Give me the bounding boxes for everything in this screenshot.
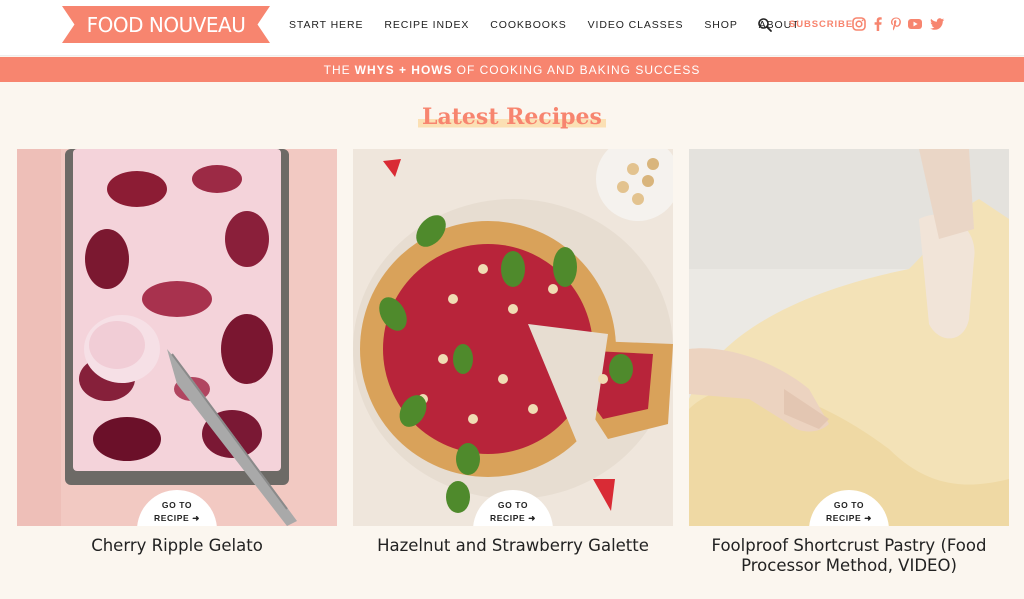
instagram-icon[interactable] xyxy=(851,16,867,32)
recipe-title[interactable]: Hazelnut and Strawberry Galette xyxy=(353,536,673,556)
nav-shop[interactable]: SHOP xyxy=(704,19,737,31)
twitter-icon[interactable] xyxy=(929,16,945,32)
youtube-icon[interactable] xyxy=(907,16,923,32)
main-nav: START HERE RECIPE INDEX COOKBOOKS VIDEO … xyxy=(289,18,820,32)
recipe-title[interactable]: Foolproof Shortcrust Pastry (Food Proces… xyxy=(689,536,1009,576)
go-btn-line1: GO TO xyxy=(833,500,865,510)
site-header: FOOD NOUVEAU START HERE RECIPE INDEX COO… xyxy=(0,0,1024,56)
recipe-image-gelato[interactable]: GO TO RECIPE ➜ xyxy=(17,149,337,526)
recipe-card[interactable]: GO TO RECIPE ➜ Hazelnut and Strawberry G… xyxy=(353,149,673,556)
recipe-title[interactable]: Cherry Ripple Gelato xyxy=(17,536,337,556)
go-btn-line2: RECIPE ➜ xyxy=(826,513,872,523)
search-icon[interactable] xyxy=(757,17,773,33)
recipe-image-galette[interactable]: GO TO RECIPE ➜ xyxy=(353,149,673,526)
site-logo[interactable]: FOOD NOUVEAU xyxy=(62,6,270,43)
banner-bold: WHYS + HOWS xyxy=(354,62,453,77)
go-btn-line2: RECIPE ➜ xyxy=(154,513,200,523)
nav-start-here[interactable]: START HERE xyxy=(289,19,363,31)
nav-recipe-index[interactable]: RECIPE INDEX xyxy=(384,19,469,31)
facebook-icon[interactable] xyxy=(870,16,886,32)
recipe-card[interactable]: GO TO RECIPE ➜ Foolproof Shortcrust Past… xyxy=(689,149,1009,576)
go-btn-line1: GO TO xyxy=(161,500,193,510)
go-btn-line1: GO TO xyxy=(497,500,529,510)
nav-video-classes[interactable]: VIDEO CLASSES xyxy=(588,19,684,31)
nav-cookbooks[interactable]: COOKBOOKS xyxy=(490,19,566,31)
tagline-banner: THE WHYS + HOWS OF COOKING AND BAKING SU… xyxy=(0,57,1024,82)
section-title: Latest Recipes xyxy=(418,104,606,130)
section-heading: Latest Recipes xyxy=(0,104,1024,130)
go-btn-line2: RECIPE ➜ xyxy=(490,513,536,523)
banner-pre: THE xyxy=(323,62,351,77)
recipe-card[interactable]: GO TO RECIPE ➜ Cherry Ripple Gelato xyxy=(17,149,337,556)
banner-post: OF COOKING AND BAKING SUCCESS xyxy=(456,62,701,77)
pinterest-icon[interactable] xyxy=(888,16,904,32)
subscribe-link[interactable]: SUBSCRIBE xyxy=(789,19,853,30)
recipe-image-pastry[interactable]: GO TO RECIPE ➜ xyxy=(689,149,1009,526)
